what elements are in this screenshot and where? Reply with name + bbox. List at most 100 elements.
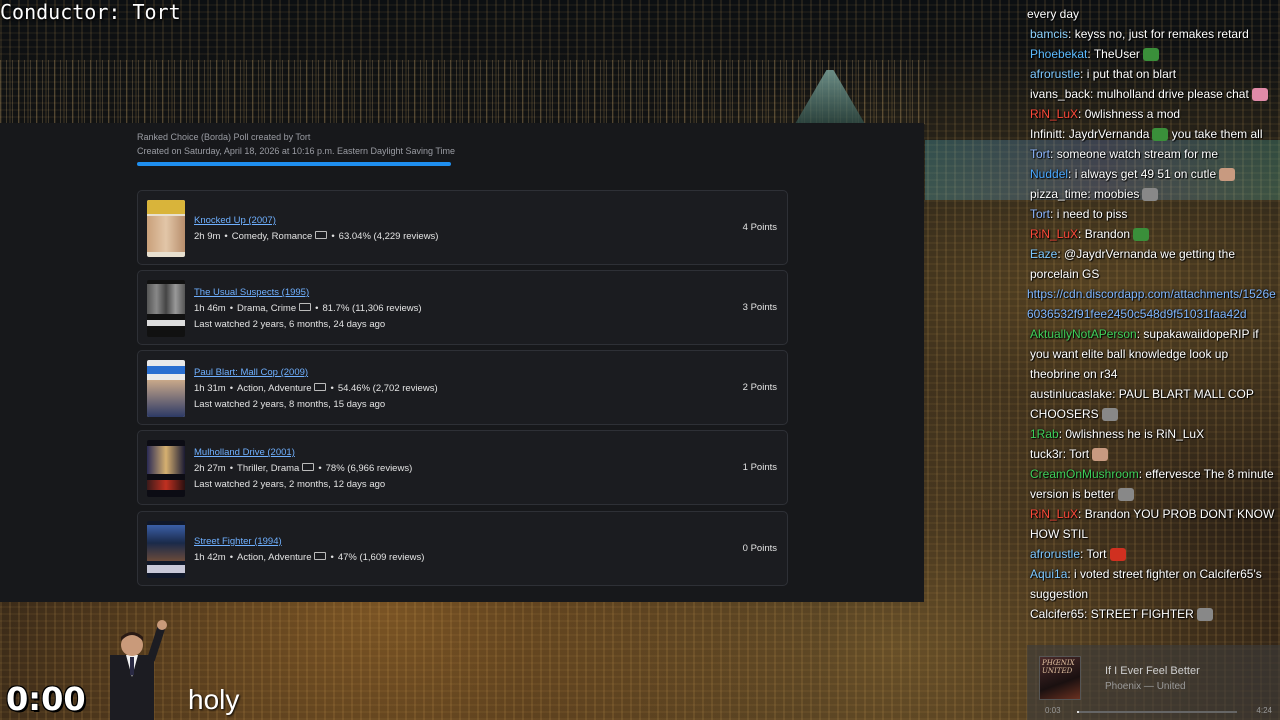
chat-message: AktuallyNotAPerson: supakawaiidopeRIP if… — [1027, 324, 1280, 384]
movie-title-link[interactable]: Knocked Up (2007) — [194, 215, 276, 226]
chat-text: Tort — [1086, 547, 1107, 561]
paul-blart-poster-icon — [147, 360, 185, 417]
chat-text: Tort — [1069, 447, 1090, 461]
chat-username[interactable]: bamcis — [1030, 27, 1068, 41]
chat-separator: : — [1050, 147, 1057, 161]
chat-username[interactable]: 1Rab — [1030, 427, 1059, 441]
chat-username[interactable]: Tort — [1030, 207, 1050, 221]
red-emote — [1109, 548, 1126, 562]
chat-message: tuck3r: Tort — [1027, 444, 1280, 464]
gray-emote — [1196, 608, 1213, 622]
entry-points: 0 Points — [742, 543, 777, 554]
poll-entry: The Usual Suspects (1995) 1h 46m • Drama, … — [137, 270, 788, 345]
chat-separator: : — [1050, 207, 1057, 221]
movie-title-link[interactable]: Paul Blart: Mall Cop (2009) — [194, 367, 308, 378]
chat-username[interactable]: Eaze — [1030, 247, 1057, 261]
movie-details: 1h 46m • Drama, Crime • 81.7% (11,306 review… — [194, 303, 422, 314]
last-watched: Last watched 2 years, 8 months, 15 days … — [194, 399, 386, 410]
chat-message: Eaze: @JaydrVernanda we getting the porc… — [1027, 244, 1280, 284]
poll-entry: Mulholland Drive (2001) 2h 27m • Thriller,… — [137, 430, 788, 505]
chat-separator: : — [1090, 87, 1097, 101]
song-progress-fill — [1077, 711, 1079, 713]
song-title: If I Ever Feel Better — [1105, 665, 1200, 677]
chat-username[interactable]: Phoebekat — [1030, 47, 1087, 61]
chat-username[interactable]: austinlucaslake — [1030, 387, 1112, 401]
poll-created-on: Created on Saturday, April 18, 2026 at 1… — [137, 146, 456, 156]
chat-message: Infinitt: JaydrVernanda you take them al… — [1027, 124, 1280, 144]
chat-message: austinlucaslake: PAUL BLART MALL COP CHO… — [1027, 384, 1280, 424]
movie-rating: 78% (6,966 reviews) — [325, 463, 413, 474]
chat-message: every day — [1027, 4, 1280, 24]
chat-username[interactable]: RiN_LuX — [1030, 227, 1078, 241]
chat-text: i always get 49 51 on cutle — [1074, 167, 1217, 181]
album-art-text: PHŒNIX UNITED — [1042, 659, 1075, 675]
chat-message: pizza_time: moobies — [1027, 184, 1280, 204]
movie-runtime: 1h 31m — [194, 383, 226, 394]
movie-details: 1h 42m • Action, Adventure • 47% (1,609 revi… — [194, 552, 425, 563]
chat-username[interactable]: afrorustle — [1030, 547, 1080, 561]
poll-progress-bar — [137, 162, 451, 166]
chat-username[interactable]: pizza_time — [1030, 187, 1087, 201]
chat-text: someone watch stream for me — [1056, 147, 1219, 161]
movie-title-link[interactable]: Mulholland Drive (2001) — [194, 447, 295, 458]
chat-separator: : — [1062, 127, 1069, 141]
movie-rating: 63.04% (4,229 reviews) — [338, 231, 439, 242]
movie-genres: Action, Adventure — [237, 383, 312, 394]
chat-username[interactable]: RiN_LuX — [1030, 507, 1078, 521]
chat-message: Calcifer65: STREET FIGHTER — [1027, 604, 1280, 624]
poll-creator: Ranked Choice (Borda) Poll created by To… — [137, 132, 311, 142]
chat-username[interactable]: RiN_LuX — [1030, 107, 1078, 121]
song-artist: Phoenix — United — [1105, 681, 1186, 692]
conductor-label: Conductor: Tort — [0, 0, 181, 24]
chat-separator: : — [1112, 387, 1119, 401]
chat-username[interactable]: ivans_back — [1030, 87, 1090, 101]
song-progress-bar — [1077, 711, 1237, 713]
chat-username[interactable]: Infinitt — [1030, 127, 1062, 141]
chat-username[interactable]: tuck3r — [1030, 447, 1063, 461]
chat-username[interactable]: CreamOnMushroom — [1030, 467, 1139, 481]
chat-username[interactable]: AktuallyNotAPerson — [1030, 327, 1137, 341]
skyline-lights — [0, 60, 925, 124]
chat-message: afrorustle: Tort — [1027, 544, 1280, 564]
entry-points: 2 Points — [742, 382, 777, 393]
chat-separator: : — [1068, 27, 1075, 41]
now-playing-widget: PHŒNIX UNITED If I Ever Feel Better Phoe… — [1027, 645, 1280, 720]
movie-title-link[interactable]: The Usual Suspects (1995) — [194, 287, 309, 298]
mulholland-drive-poster-icon — [147, 440, 185, 497]
song-duration: 4:24 — [1256, 706, 1272, 715]
entry-points: 4 Points — [742, 222, 777, 233]
stream-caption: holy — [188, 684, 240, 715]
chat-message: afrorustle: i put that on blart — [1027, 64, 1280, 84]
chat-username[interactable]: Nuddel — [1030, 167, 1068, 181]
poll-entry: Paul Blart: Mall Cop (2009) 1h 31m • Actio… — [137, 350, 788, 425]
chat-username[interactable]: afrorustle — [1030, 67, 1080, 81]
man-in-suit-figure — [110, 620, 167, 720]
chat-text: 0wlishness a mod — [1084, 107, 1181, 121]
movie-title-link[interactable]: Street Fighter (1994) — [194, 536, 282, 547]
poll-meta: Ranked Choice (Borda) Poll created by To… — [137, 130, 455, 158]
chat-message: 1Rab: 0wlishness he is RiN_LuX — [1027, 424, 1280, 444]
movie-details: 1h 31m • Action, Adventure • 54.46% (2,702 r… — [194, 383, 438, 394]
chat-text: every day — [1027, 7, 1080, 21]
chat-separator: : — [1078, 507, 1085, 521]
street-fighter-poster-icon — [147, 521, 185, 578]
pepe-emote — [1152, 128, 1169, 142]
chat-link[interactable]: https://cdn.discordapp.com/attachments/1… — [1027, 287, 1276, 321]
chat-username[interactable]: Tort — [1030, 147, 1050, 161]
chat-username[interactable]: Calcifer65 — [1030, 607, 1084, 621]
closed-captions-icon — [299, 303, 312, 312]
chat-feed: every day bamcis: keyss no, just for rema… — [1027, 4, 1280, 624]
chat-separator: : — [1078, 227, 1085, 241]
chat-text: mulholland drive please chat — [1096, 87, 1249, 101]
chat-message: CreamOnMushroom: effervesce The 8 minute… — [1027, 464, 1280, 504]
knocked-up-poster-icon — [147, 200, 185, 257]
chat-username[interactable]: Aqui1a — [1030, 567, 1067, 581]
closed-captions-icon — [314, 383, 327, 392]
chat-text: JaydrVernanda — [1068, 127, 1150, 141]
last-watched: Last watched 2 years, 6 months, 24 days … — [194, 319, 386, 330]
last-watched: Last watched 2 years, 2 months, 12 days … — [194, 479, 386, 490]
movie-rating: 47% (1,609 reviews) — [337, 552, 425, 563]
movie-runtime: 2h 9m — [194, 231, 221, 242]
chat-text: STREET FIGHTER — [1090, 607, 1194, 621]
movie-runtime: 2h 27m — [194, 463, 226, 474]
